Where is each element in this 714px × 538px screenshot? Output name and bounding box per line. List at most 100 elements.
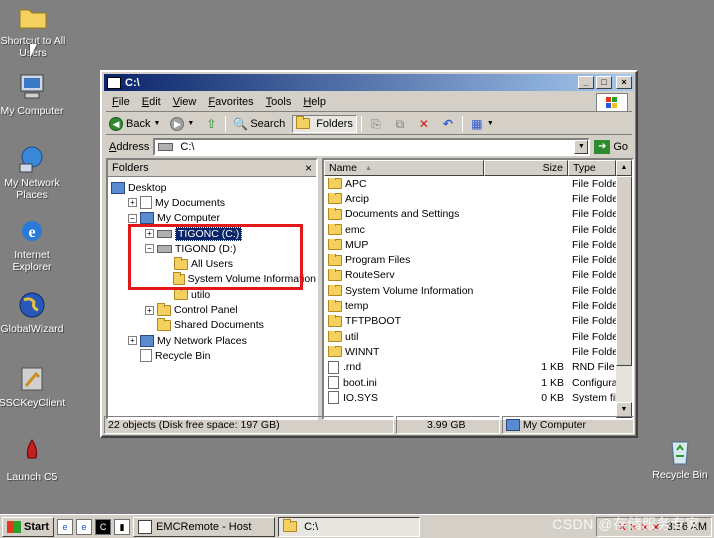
- copy-to-button[interactable]: ⧉: [390, 117, 410, 131]
- desktop-icon-ssckeyclient[interactable]: SSCKeyClient: [0, 364, 67, 409]
- file-row[interactable]: Program Files File Folder: [324, 252, 632, 267]
- menu-help[interactable]: Help: [297, 96, 332, 108]
- expand-icon[interactable]: +: [145, 305, 154, 315]
- doc-icon: [140, 196, 152, 210]
- file-row[interactable]: APC File Folder: [324, 176, 632, 191]
- task-label: EMCRemote - Host: [156, 520, 252, 533]
- column-header-name[interactable]: Name ▲: [324, 160, 484, 176]
- explorer-window: C:\ _ □ × File Edit View Favorites Tools…: [100, 70, 638, 438]
- desktop-icon-my-computer[interactable]: My Computer: [0, 72, 67, 117]
- file-name-cell: MUP: [324, 238, 484, 251]
- start-button[interactable]: Start: [2, 516, 55, 537]
- up-button[interactable]: ⇧: [201, 117, 221, 131]
- address-bar: Address C:\ ▼ ➜ Go: [106, 136, 632, 158]
- chevron-down-icon: ▼: [486, 120, 494, 127]
- collapse-icon[interactable]: −: [128, 213, 137, 223]
- menu-file[interactable]: File: [106, 96, 136, 108]
- toolbar-separator: [360, 115, 362, 132]
- move-to-icon: ⎘: [371, 116, 381, 131]
- back-button[interactable]: ◀ Back ▼: [106, 116, 163, 131]
- menu-edit[interactable]: Edit: [136, 96, 167, 108]
- file-name-cell: .rnd: [324, 360, 484, 374]
- desktop-icon-recycle-bin[interactable]: Recycle Bin: [645, 436, 714, 481]
- file-row[interactable]: emc File Folder: [324, 222, 632, 237]
- quicklaunch-ie2-icon[interactable]: e: [76, 518, 93, 535]
- tree-item[interactable]: Desktop: [108, 180, 316, 195]
- file-name-cell: Documents and Settings: [324, 208, 484, 220]
- file-row[interactable]: .rnd 1 KB RND File: [324, 360, 632, 375]
- file-row[interactable]: RouteServ File Folder: [324, 268, 632, 283]
- forward-button[interactable]: ▶ ▼: [167, 116, 197, 131]
- desktop-icon-network-places[interactable]: My Network Places: [0, 144, 67, 201]
- tree-item[interactable]: Shared Documents: [108, 317, 316, 333]
- column-header-size[interactable]: Size: [484, 160, 568, 176]
- file-name: Documents and Settings: [345, 208, 460, 221]
- search-button[interactable]: 🔍 Search: [230, 117, 288, 131]
- move-to-button[interactable]: ⎘: [366, 117, 386, 131]
- emcremote-icon: [138, 519, 153, 534]
- scroll-up-button[interactable]: ▲: [616, 160, 632, 176]
- minimize-button[interactable]: _: [578, 76, 594, 89]
- folder-icon: [328, 238, 342, 251]
- file-name-cell: Arcip: [324, 192, 484, 205]
- close-button[interactable]: ×: [616, 76, 632, 89]
- delete-button[interactable]: ✕: [414, 117, 434, 131]
- address-input[interactable]: C:\ ▼: [153, 138, 591, 156]
- undo-button[interactable]: ↶: [438, 117, 458, 131]
- taskbar-button-emcremote[interactable]: EMCRemote - Host: [133, 516, 276, 537]
- address-dropdown-button[interactable]: ▼: [574, 140, 589, 154]
- file-type: RND File: [572, 361, 615, 374]
- scroll-thumb[interactable]: [616, 176, 632, 366]
- file-row[interactable]: util File Folder: [324, 329, 632, 344]
- column-header-type[interactable]: Type: [568, 160, 616, 176]
- folder-icon: [19, 9, 47, 29]
- menu-tools[interactable]: Tools: [260, 96, 298, 108]
- tree-item[interactable]: Recycle Bin: [108, 348, 316, 363]
- quicklaunch-app-icon[interactable]: ▮: [114, 518, 131, 535]
- folders-button[interactable]: Folders: [292, 114, 357, 133]
- taskbar-button-explorer[interactable]: C:\: [278, 516, 421, 537]
- folder-icon: [328, 192, 342, 205]
- desktop-icon-globalwizard[interactable]: GlobalWizard: [0, 290, 67, 335]
- file-row[interactable]: temp File Folder: [324, 298, 632, 313]
- desktop-icon-internet-explorer[interactable]: e Internet Explorer: [0, 216, 67, 273]
- copy-to-icon: ⧉: [395, 116, 405, 131]
- menu-view[interactable]: View: [167, 96, 203, 108]
- file-row[interactable]: MUP File Folder: [324, 237, 632, 252]
- tree-item[interactable]: + My Network Places: [108, 333, 316, 348]
- file-row[interactable]: System Volume Information File Folder: [324, 283, 632, 298]
- file-row[interactable]: Documents and Settings File Folder: [324, 207, 632, 222]
- file-row[interactable]: boot.ini 1 KB Configurat: [324, 375, 632, 390]
- undo-icon: ↶: [442, 116, 453, 131]
- folder-icon: [328, 315, 342, 327]
- tree-item[interactable]: + My Documents: [108, 195, 316, 210]
- go-label: Go: [613, 141, 628, 153]
- file-row[interactable]: TFTPBOOT File Folder: [324, 314, 632, 329]
- expand-icon[interactable]: +: [128, 336, 137, 346]
- quicklaunch-cmd-icon[interactable]: C: [95, 518, 112, 535]
- folders-pane-close-button[interactable]: ×: [305, 161, 312, 175]
- file-row[interactable]: IO.SYS 0 KB System file: [324, 390, 632, 405]
- file-name-cell: WINNT: [324, 345, 484, 358]
- expand-icon[interactable]: +: [128, 198, 137, 208]
- recycle-bin-icon: [671, 441, 689, 465]
- desktop-icon-launch-c5[interactable]: Launch C5: [0, 438, 67, 483]
- folders-pane-title: Folders: [112, 162, 149, 174]
- file-icon: [328, 376, 339, 389]
- file-type: File Folder: [572, 345, 616, 358]
- tree-item-label: My Network Places: [157, 334, 247, 347]
- menu-favorites[interactable]: Favorites: [202, 96, 259, 108]
- maximize-button[interactable]: □: [596, 76, 612, 89]
- title-bar[interactable]: C:\ _ □ ×: [104, 74, 634, 91]
- quicklaunch-ie-icon[interactable]: e: [57, 518, 74, 535]
- vertical-scrollbar[interactable]: ▲ ▼: [616, 160, 632, 418]
- file-row[interactable]: Arcip File Folder: [324, 191, 632, 206]
- tree-item[interactable]: + Control Panel: [108, 302, 316, 317]
- views-button[interactable]: ▦ ▼: [467, 117, 497, 131]
- go-button[interactable]: ➜ Go: [594, 140, 632, 154]
- desktop-icon-label: Internet Explorer: [12, 249, 52, 273]
- file-name-cell: System Volume Information: [324, 284, 484, 297]
- file-row[interactable]: WINNT File Folder: [324, 344, 632, 359]
- file-name: Program Files: [345, 254, 411, 267]
- file-size: 0 KB: [541, 391, 564, 404]
